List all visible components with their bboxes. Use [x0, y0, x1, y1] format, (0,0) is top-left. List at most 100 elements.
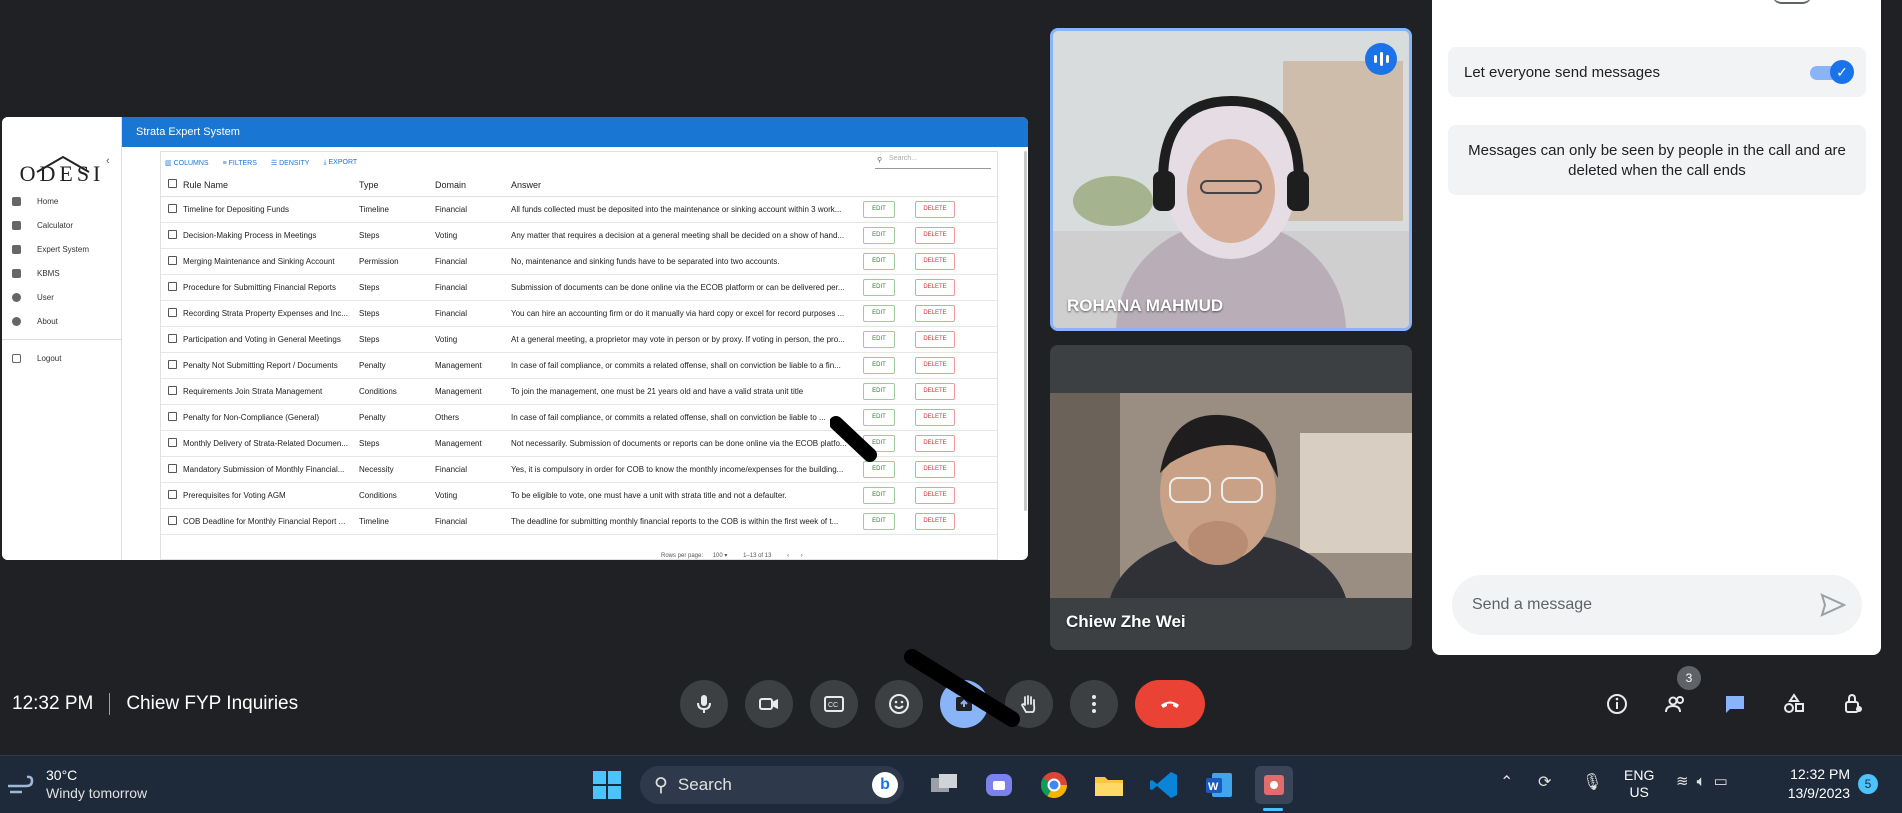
table-row[interactable]: Prerequisites for Voting AGM Conditions Vo… [161, 482, 997, 509]
edit-button[interactable]: EDIT [863, 252, 895, 270]
row-checkbox[interactable] [168, 229, 177, 239]
delete-button[interactable]: DELETE [915, 252, 955, 270]
columns-button[interactable]: ▥ COLUMNS [165, 159, 209, 167]
participant-tile-chiew[interactable]: Chiew Zhe Wei [1050, 345, 1412, 650]
edit-button[interactable]: EDIT [863, 512, 895, 530]
delete-button[interactable]: DELETE [915, 226, 955, 244]
taskbar-search[interactable]: ⚲ Search b [640, 766, 904, 804]
scrollbar[interactable] [1024, 151, 1027, 511]
row-checkbox[interactable] [168, 489, 177, 499]
delete-button[interactable]: DELETE [915, 330, 955, 348]
row-checkbox[interactable] [168, 411, 177, 421]
teams-chat-icon[interactable] [980, 766, 1018, 804]
nav-kbms[interactable]: KBMS [2, 261, 122, 285]
mic-button[interactable] [680, 680, 728, 728]
send-messages-toggle[interactable]: ✓ [1808, 60, 1854, 84]
system-tray-icons[interactable]: ≋🔈︎▭ [1676, 772, 1736, 790]
host-controls-button[interactable] [1829, 680, 1877, 728]
next-page-icon[interactable]: › [801, 553, 803, 559]
col-domain[interactable]: Domain [435, 174, 511, 197]
collapse-sidebar-icon[interactable]: ‹ [106, 155, 110, 167]
delete-button[interactable]: DELETE [915, 278, 955, 296]
delete-button[interactable]: DELETE [915, 512, 955, 530]
row-checkbox[interactable] [168, 385, 177, 395]
snipping-tool-icon[interactable] [1255, 766, 1293, 804]
row-checkbox[interactable] [168, 463, 177, 473]
edit-button[interactable]: EDIT [863, 304, 895, 322]
show-hidden-icons[interactable]: ⌃ [1500, 772, 1513, 792]
meeting-details-button[interactable] [1593, 680, 1641, 728]
col-type[interactable]: Type [359, 174, 435, 197]
delete-button[interactable]: DELETE [915, 486, 955, 504]
nav-logout[interactable]: Logout [2, 346, 122, 370]
vscode-icon[interactable] [1145, 766, 1183, 804]
table-row[interactable]: Recording Strata Property Expenses and I… [161, 300, 997, 327]
table-row[interactable]: Requirements Join Strata Management Condi… [161, 378, 997, 405]
more-options-button[interactable] [1070, 680, 1118, 728]
delete-button[interactable]: DELETE [915, 460, 955, 478]
participant-tile-rohana[interactable]: ROHANA MAHMUD [1050, 28, 1412, 331]
table-row[interactable]: Merging Maintenance and Sinking Account P… [161, 248, 997, 275]
row-checkbox[interactable] [168, 203, 177, 213]
send-icon[interactable] [1820, 593, 1846, 617]
activities-button[interactable] [1770, 680, 1818, 728]
edit-button[interactable]: EDIT [863, 278, 895, 296]
delete-button[interactable]: DELETE [915, 304, 955, 322]
people-button[interactable]: 3 [1652, 666, 1701, 728]
row-checkbox[interactable] [168, 437, 177, 447]
row-checkbox[interactable] [168, 359, 177, 369]
filters-button[interactable]: ≡ FILTERS [223, 160, 257, 167]
chat-button[interactable] [1711, 680, 1759, 728]
delete-button[interactable]: DELETE [915, 408, 955, 426]
sync-icon[interactable]: ⟳ [1538, 772, 1551, 792]
captions-button[interactable]: CC [810, 680, 858, 728]
table-row[interactable]: Participation and Voting in General Meet… [161, 326, 997, 353]
nav-expert-system[interactable]: Expert System [2, 237, 122, 261]
row-checkbox[interactable] [168, 307, 177, 317]
language-indicator[interactable]: ENG US [1624, 767, 1654, 801]
word-icon[interactable]: W [1200, 766, 1238, 804]
row-checkbox[interactable] [168, 281, 177, 291]
start-button[interactable] [588, 766, 626, 804]
col-answer[interactable]: Answer [511, 174, 863, 197]
select-all-checkbox[interactable] [168, 179, 177, 189]
nav-home[interactable]: Home [2, 189, 122, 213]
prev-page-icon[interactable]: ‹ [787, 553, 789, 559]
col-rule-name[interactable]: Rule Name [183, 174, 359, 197]
file-explorer-icon[interactable] [1090, 766, 1128, 804]
export-button[interactable]: ⤓ EXPORT [323, 159, 357, 167]
camera-button[interactable] [745, 680, 793, 728]
edit-button[interactable]: EDIT [863, 226, 895, 244]
chrome-icon[interactable] [1035, 766, 1073, 804]
end-call-button[interactable] [1135, 680, 1205, 728]
delete-button[interactable]: DELETE [915, 382, 955, 400]
nav-calculator[interactable]: Calculator [2, 213, 122, 237]
density-button[interactable]: ☰ DENSITY [271, 159, 310, 167]
edit-button[interactable]: EDIT [863, 486, 895, 504]
table-row[interactable]: Timeline for Depositing Funds Timeline Fin… [161, 196, 997, 223]
message-input[interactable]: Send a message [1452, 575, 1862, 635]
taskbar-clock[interactable]: 12:32 PM 13/9/2023 [1776, 765, 1850, 803]
weather-widget[interactable]: 30°C Windy tomorrow [6, 766, 147, 802]
delete-button[interactable]: DELETE [915, 200, 955, 218]
delete-button[interactable]: DELETE [915, 356, 955, 374]
delete-button[interactable]: DELETE [915, 434, 955, 452]
edit-button[interactable]: EDIT [863, 330, 895, 348]
row-checkbox[interactable] [168, 515, 177, 525]
nav-about[interactable]: About [2, 309, 122, 333]
edit-button[interactable]: EDIT [863, 356, 895, 374]
rows-per-page-select[interactable]: 100 [713, 553, 723, 559]
row-checkbox[interactable] [168, 255, 177, 265]
table-row[interactable]: COB Deadline for Monthly Financial Repor… [161, 508, 997, 535]
notification-badge[interactable]: 5 [1858, 774, 1878, 794]
nav-user[interactable]: User [2, 285, 122, 309]
edit-button[interactable]: EDIT [863, 200, 895, 218]
task-view-icon[interactable] [925, 766, 963, 804]
grid-search-input[interactable]: ⚲ Search... [875, 155, 991, 169]
table-row[interactable]: Procedure for Submitting Financial Repor… [161, 274, 997, 301]
row-checkbox[interactable] [168, 333, 177, 343]
table-row[interactable]: Decision-Making Process in Meetings Steps… [161, 222, 997, 249]
edit-button[interactable]: EDIT [863, 382, 895, 400]
microphone-tray-icon[interactable]: 🎙︎ [1582, 772, 1602, 792]
table-row[interactable]: Penalty Not Submitting Report / Document… [161, 352, 997, 379]
